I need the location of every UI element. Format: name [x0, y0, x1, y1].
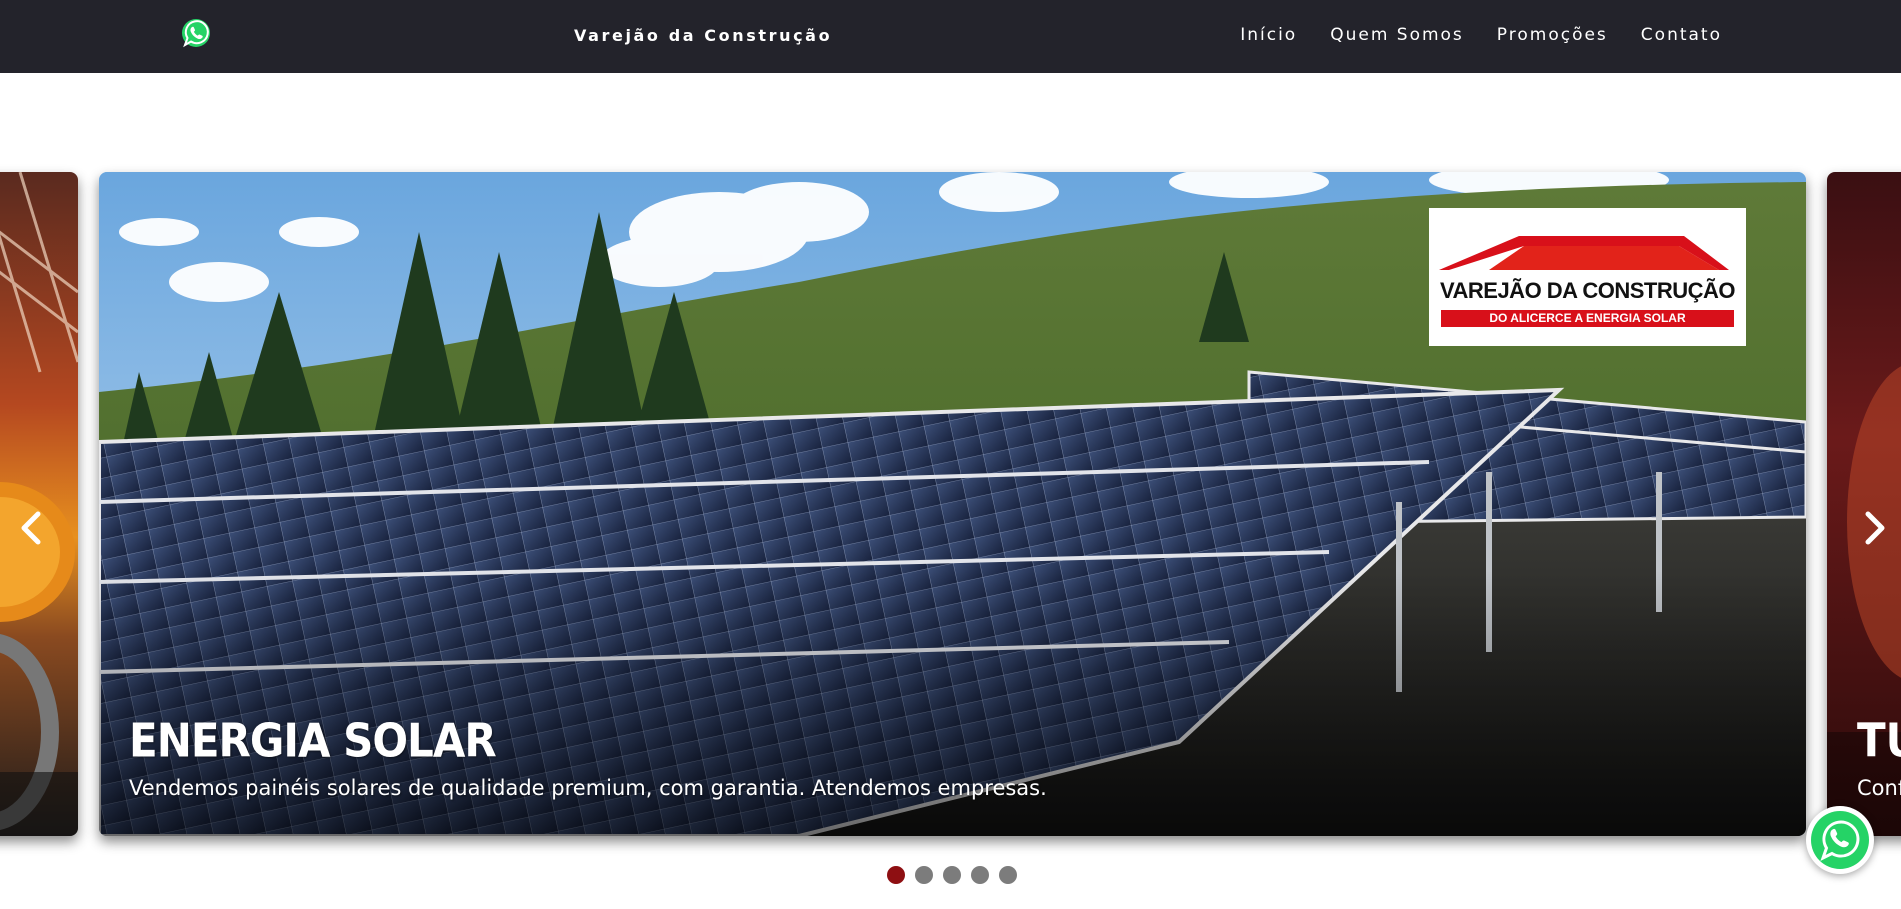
nav-link-contato[interactable]: Contato [1641, 25, 1722, 45]
logo-name: VAREJÃO DA CONSTRUÇÃO [1439, 278, 1736, 303]
carousel-dot-5[interactable] [999, 866, 1017, 884]
slide-title: ENERGIA SOLAR [129, 713, 497, 768]
carousel-next-button[interactable] [1856, 508, 1892, 548]
carousel-prev-slide[interactable] [0, 172, 78, 836]
floating-whatsapp-button[interactable] [1806, 806, 1874, 874]
carousel-dot-1[interactable] [887, 866, 905, 884]
next-slide-title: TU [1857, 713, 1901, 768]
nav-link-promocoes[interactable]: Promoções [1497, 25, 1608, 45]
next-slide-text: Conf [1857, 776, 1901, 800]
logo-tagline: DO ALICERCE A ENERGIA SOLAR [1489, 311, 1686, 325]
next-slide-caption-clip: TU Conf [1827, 172, 1901, 836]
navbar: Varejão da Construção Início Quem Somos … [0, 0, 1901, 73]
site-brand[interactable]: Varejão da Construção [574, 26, 832, 45]
chevron-right-icon [1865, 511, 1885, 545]
carousel-prev-button[interactable] [14, 508, 50, 548]
nav-link-inicio[interactable]: Início [1240, 25, 1297, 45]
prev-slide-image [0, 172, 78, 836]
chevron-left-icon [21, 511, 41, 545]
nav-links: Início Quem Somos Promoções Contato [1240, 25, 1722, 45]
whatsapp-icon[interactable] [180, 17, 212, 49]
nav-link-quem-somos[interactable]: Quem Somos [1330, 25, 1464, 45]
carousel-dot-3[interactable] [943, 866, 961, 884]
carousel-indicators [887, 866, 1017, 884]
brand-logo: VAREJÃO DA CONSTRUÇÃO DO ALICERCE A ENER… [1429, 208, 1746, 346]
carousel-dot-4[interactable] [971, 866, 989, 884]
whatsapp-icon [1811, 811, 1869, 869]
slide-text: Vendemos painéis solares de qualidade pr… [129, 776, 1047, 800]
carousel-dot-2[interactable] [915, 866, 933, 884]
